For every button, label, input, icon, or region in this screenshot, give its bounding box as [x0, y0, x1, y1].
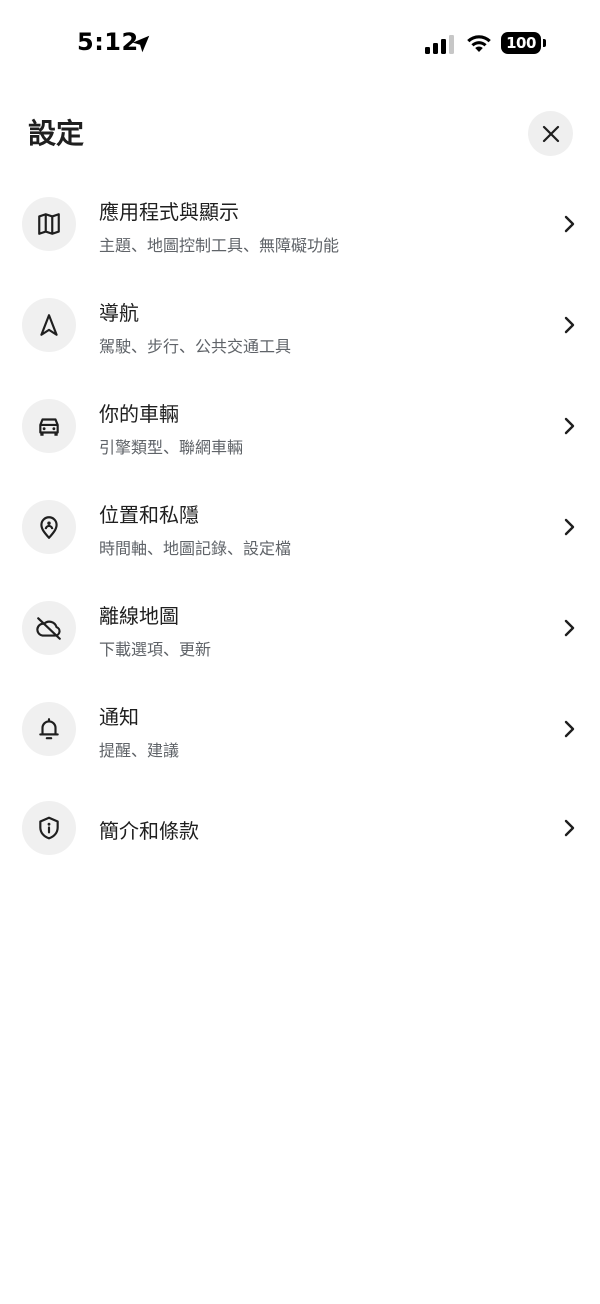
wifi-icon: [467, 35, 491, 52]
settings-item-title: 簡介和條款: [99, 819, 199, 843]
chevron-right-icon: [564, 619, 575, 637]
settings-item-subtitle: 提醒、建議: [99, 741, 180, 760]
settings-item-offline-maps[interactable]: 離線地圖 下載選項、更新: [0, 578, 600, 678]
settings-item-vehicles[interactable]: 你的車輛 引擎類型、聯網車輛: [0, 376, 600, 476]
chevron-right-icon: [564, 819, 575, 837]
settings-item-subtitle: 主題、地圖控制工具、無障礙功能: [99, 236, 340, 255]
settings-item-notifications[interactable]: 通知 提醒、建議: [0, 679, 600, 779]
chevron-right-icon: [564, 215, 575, 233]
settings-item-title: 位置和私隱: [99, 503, 199, 527]
map-icon: [22, 197, 76, 251]
location-arrow-icon: [132, 35, 150, 53]
close-icon: [542, 125, 559, 142]
status-bar: 5:12 100: [0, 0, 600, 90]
settings-item-app-display[interactable]: 應用程式與顯示 主題、地圖控制工具、無障礙功能: [0, 174, 600, 274]
settings-item-title: 通知: [99, 705, 139, 729]
settings-item-title: 你的車輛: [99, 402, 179, 426]
chevron-right-icon: [564, 316, 575, 334]
settings-item-subtitle: 時間軸、地圖記錄、設定檔: [99, 539, 292, 558]
cloud-off-icon: [22, 601, 76, 655]
page-title: 設定: [28, 117, 85, 150]
chevron-right-icon: [564, 518, 575, 536]
settings-item-subtitle: 引擎類型、聯網車輛: [99, 438, 244, 457]
settings-item-subtitle: 下載選項、更新: [99, 640, 212, 659]
cellular-signal-icon: [425, 35, 454, 54]
settings-item-location-privacy[interactable]: 位置和私隱 時間軸、地圖記錄、設定檔: [0, 477, 600, 577]
chevron-right-icon: [564, 417, 575, 435]
settings-item-title: 導航: [99, 301, 139, 325]
location-privacy-pin-icon: [22, 500, 76, 554]
settings-item-navigation[interactable]: 導航 駕駛、步行、公共交通工具: [0, 275, 600, 375]
car-icon: [22, 399, 76, 453]
settings-item-title: 應用程式與顯示: [99, 200, 239, 224]
bell-icon: [22, 702, 76, 756]
shield-info-icon: [22, 801, 76, 855]
settings-item-about-terms[interactable]: 簡介和條款: [0, 780, 600, 880]
settings-item-title: 離線地圖: [99, 604, 179, 628]
chevron-right-icon: [564, 720, 575, 738]
close-button[interactable]: [528, 111, 573, 156]
navigation-arrow-icon: [22, 298, 76, 352]
settings-item-subtitle: 駕駛、步行、公共交通工具: [99, 337, 292, 356]
battery-level: 100: [501, 32, 541, 54]
battery-icon: 100: [501, 32, 547, 54]
